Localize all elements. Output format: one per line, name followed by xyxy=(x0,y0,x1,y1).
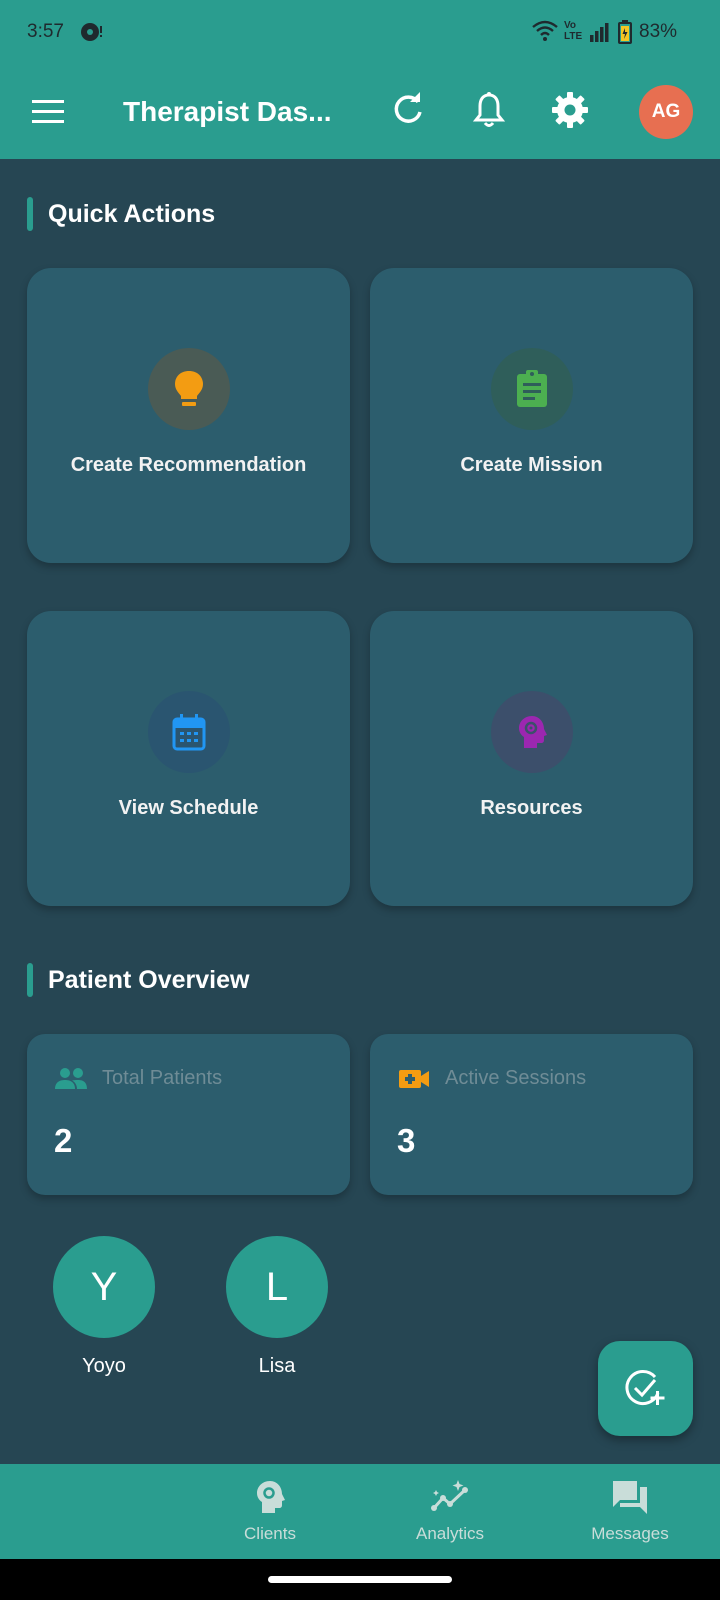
nav-label: Messages xyxy=(591,1524,669,1543)
nav-item-analytics[interactable]: Analytics xyxy=(380,1464,520,1559)
video-add-icon xyxy=(399,1070,429,1088)
battery-percent: 83% xyxy=(639,21,678,42)
clipboard-icon xyxy=(517,370,547,407)
people-icon xyxy=(55,1068,87,1089)
icon-circle xyxy=(491,691,573,773)
nav-label: Clients xyxy=(244,1524,296,1543)
section-accent-bar xyxy=(27,197,33,231)
analytics-icon xyxy=(431,1480,468,1511)
action-label: Create Recommendation xyxy=(70,454,307,476)
nav-item-clients[interactable]: Clients xyxy=(200,1464,340,1559)
lightbulb-icon xyxy=(175,371,203,406)
stat-label: Total Patients xyxy=(102,1067,223,1089)
volte-top-text: Vo xyxy=(564,20,577,31)
stat-label: Active Sessions xyxy=(445,1067,587,1089)
section-title: Quick Actions xyxy=(48,200,216,228)
patient-item-yoyo[interactable]: Y Yoyo xyxy=(49,1236,159,1378)
nav-item-messages[interactable]: Messages xyxy=(560,1464,700,1559)
wifi-icon xyxy=(532,20,558,41)
brain-head-icon xyxy=(519,716,547,748)
resources-card[interactable]: Resources xyxy=(370,611,693,906)
page-title: Therapist Das... xyxy=(123,96,332,127)
create-mission-card[interactable]: Create Mission xyxy=(370,268,693,563)
bell-icon[interactable] xyxy=(469,90,509,130)
volte-bottom-text: LTE xyxy=(564,31,583,42)
app-notification-icon xyxy=(81,23,102,41)
volte-icon: Vo LTE xyxy=(564,20,584,44)
home-gesture-handle[interactable] xyxy=(268,1576,452,1583)
patient-name: Yoyo xyxy=(82,1355,126,1377)
action-label: Resources xyxy=(480,797,583,819)
stat-value: 3 xyxy=(397,1122,416,1159)
view-schedule-card[interactable]: View Schedule xyxy=(27,611,350,906)
action-label: View Schedule xyxy=(118,797,259,819)
patient-name: Lisa xyxy=(258,1355,296,1377)
icon-circle xyxy=(148,348,230,430)
patient-avatar: Y xyxy=(53,1236,155,1338)
status-bar: 3:57 Vo LTE 83% xyxy=(0,0,720,64)
app-bar: Therapist Das... AG xyxy=(0,64,720,159)
active-sessions-card[interactable]: Active Sessions 3 xyxy=(370,1034,693,1195)
bottom-navigation: Clients Analytics Messages xyxy=(0,1464,720,1559)
calendar-icon xyxy=(172,714,206,751)
patient-avatar: L xyxy=(226,1236,328,1338)
icon-circle xyxy=(148,691,230,773)
menu-icon[interactable] xyxy=(28,92,68,132)
status-time: 3:57 xyxy=(27,21,64,42)
gear-icon[interactable] xyxy=(550,90,590,130)
system-nav-bar xyxy=(0,1559,720,1600)
add-task-fab[interactable] xyxy=(598,1341,693,1436)
section-title: Patient Overview xyxy=(48,966,250,994)
total-patients-card[interactable]: Total Patients 2 xyxy=(27,1034,350,1195)
check-add-icon xyxy=(624,1369,664,1405)
create-recommendation-card[interactable]: Create Recommendation xyxy=(27,268,350,563)
refresh-icon[interactable] xyxy=(388,90,428,130)
nav-label: Analytics xyxy=(415,1524,485,1543)
signal-icon xyxy=(590,23,609,42)
battery-icon xyxy=(618,20,632,44)
patient-item-lisa[interactable]: L Lisa xyxy=(222,1236,332,1378)
action-label: Create Mission xyxy=(460,454,603,476)
stat-value: 2 xyxy=(54,1122,73,1159)
user-avatar[interactable]: AG xyxy=(639,85,693,139)
chat-icon xyxy=(613,1481,647,1514)
icon-circle xyxy=(491,348,573,430)
section-accent-bar xyxy=(27,963,33,997)
brain-head-icon xyxy=(257,1481,285,1513)
